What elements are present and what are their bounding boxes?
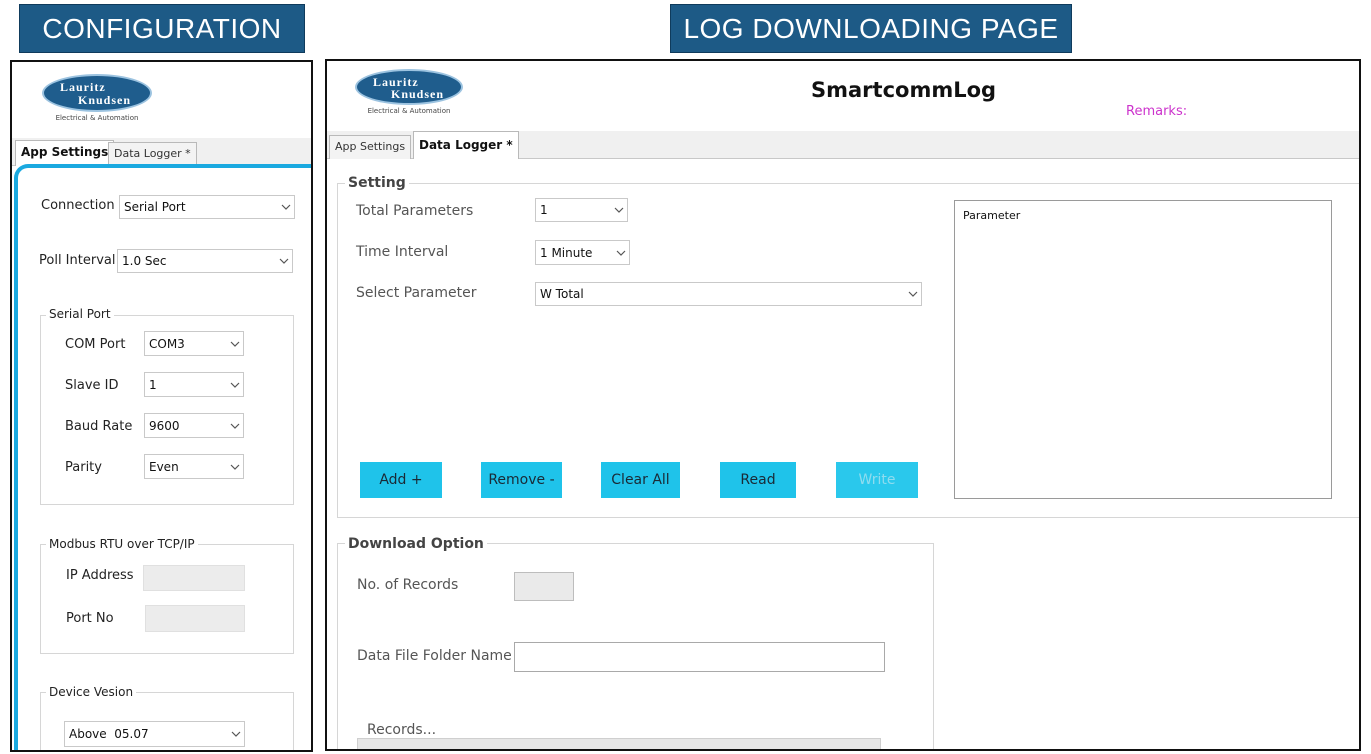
- chevron-down-icon: [611, 199, 627, 221]
- records-label: Records...: [367, 722, 437, 738]
- configuration-banner: CONFIGURATION: [19, 4, 305, 53]
- device-version-select[interactable]: Above 05.07: [64, 721, 245, 747]
- logo-text-line1: Lauritz: [60, 80, 106, 94]
- com-port-value: COM3: [149, 336, 185, 351]
- parity-label: Parity: [65, 460, 102, 475]
- poll-interval-value: 1.0 Sec: [122, 254, 167, 268]
- device-version-title: Device Vesion: [46, 685, 137, 699]
- select-parameter-value: W Total: [540, 287, 584, 301]
- logo-tagline: Electrical & Automation: [367, 107, 451, 115]
- connection-value: Serial Port: [124, 200, 186, 214]
- modbus-title: Modbus RTU over TCP/IP: [46, 537, 198, 551]
- parameter-list-header: Parameter: [963, 209, 1021, 222]
- log-downloading-window: Lauritz Knudsen Electrical & Automation …: [325, 59, 1361, 751]
- chevron-down-icon: [228, 722, 244, 746]
- modbus-group: [40, 544, 294, 654]
- add-button[interactable]: Add +: [360, 462, 442, 498]
- baud-rate-label: Baud Rate: [65, 419, 133, 434]
- port-no-field[interactable]: [145, 605, 245, 632]
- tab-data-logger[interactable]: Data Logger *: [413, 131, 519, 159]
- logo-text-line2: Knudsen: [78, 93, 132, 107]
- chevron-down-icon: [227, 332, 243, 355]
- total-parameters-select[interactable]: 1: [535, 198, 628, 222]
- app-title: SmartcommLog: [811, 78, 997, 102]
- company-logo: Lauritz Knudsen Electrical & Automation: [42, 74, 152, 122]
- remove-button[interactable]: Remove -: [481, 462, 562, 498]
- logo-tagline: Electrical & Automation: [55, 114, 139, 122]
- configuration-window: Lauritz Knudsen Electrical & Automation …: [10, 60, 313, 752]
- time-interval-select[interactable]: 1 Minute: [535, 240, 630, 265]
- total-parameters-label: Total Parameters: [356, 203, 474, 219]
- log-downloading-banner: LOG DOWNLOADING PAGE: [670, 4, 1072, 53]
- tab-data-logger[interactable]: Data Logger *: [108, 142, 197, 166]
- poll-interval-label: Poll Interval: [39, 253, 116, 268]
- company-logo: Lauritz Knudsen Electrical & Automation: [355, 69, 463, 115]
- chevron-down-icon: [227, 455, 243, 478]
- chevron-down-icon: [905, 283, 921, 305]
- slave-id-select[interactable]: 1: [144, 372, 244, 397]
- logo-text-line2: Knudsen: [391, 87, 445, 101]
- select-parameter-label: Select Parameter: [356, 285, 477, 301]
- parity-select[interactable]: Even: [144, 454, 244, 479]
- clear-all-button[interactable]: Clear All: [601, 462, 680, 498]
- no-of-records-field[interactable]: [514, 572, 574, 601]
- com-port-select[interactable]: COM3: [144, 331, 244, 356]
- port-no-label: Port No: [66, 611, 114, 626]
- serial-port-title: Serial Port: [46, 307, 114, 321]
- device-version-value: Above 05.07: [69, 727, 149, 741]
- chevron-down-icon: [613, 241, 629, 264]
- baud-rate-value: 9600: [149, 418, 180, 433]
- write-button[interactable]: Write: [836, 462, 918, 498]
- connection-select[interactable]: Serial Port: [119, 195, 295, 219]
- remarks-label: Remarks:: [1126, 104, 1188, 119]
- total-parameters-value: 1: [540, 203, 548, 217]
- chevron-down-icon: [276, 250, 292, 272]
- folder-name-label: Data File Folder Name: [357, 648, 512, 664]
- baud-rate-select[interactable]: 9600: [144, 413, 244, 438]
- ip-address-field[interactable]: [143, 565, 245, 591]
- chevron-down-icon: [278, 196, 294, 218]
- connection-label: Connection: [41, 198, 115, 213]
- slave-id-value: 1: [149, 377, 157, 392]
- chevron-down-icon: [227, 373, 243, 396]
- no-of-records-label: No. of Records: [357, 577, 459, 593]
- setting-title: Setting: [345, 175, 409, 191]
- download-option-title: Download Option: [345, 536, 487, 552]
- tab-app-settings[interactable]: App Settings: [15, 140, 115, 166]
- select-parameter-select[interactable]: W Total: [535, 282, 922, 306]
- time-interval-label: Time Interval: [356, 244, 449, 260]
- tab-app-settings[interactable]: App Settings: [329, 135, 412, 159]
- chevron-down-icon: [227, 414, 243, 437]
- parity-value: Even: [149, 459, 179, 474]
- records-progress-bar: [357, 738, 881, 749]
- parameter-list[interactable]: Parameter: [954, 200, 1332, 499]
- ip-address-label: IP Address: [66, 568, 134, 583]
- com-port-label: COM Port: [65, 337, 126, 352]
- folder-name-input[interactable]: [514, 642, 885, 672]
- poll-interval-select[interactable]: 1.0 Sec: [117, 249, 293, 273]
- read-button[interactable]: Read: [720, 462, 796, 498]
- time-interval-value: 1 Minute: [540, 245, 593, 260]
- slave-id-label: Slave ID: [65, 378, 119, 393]
